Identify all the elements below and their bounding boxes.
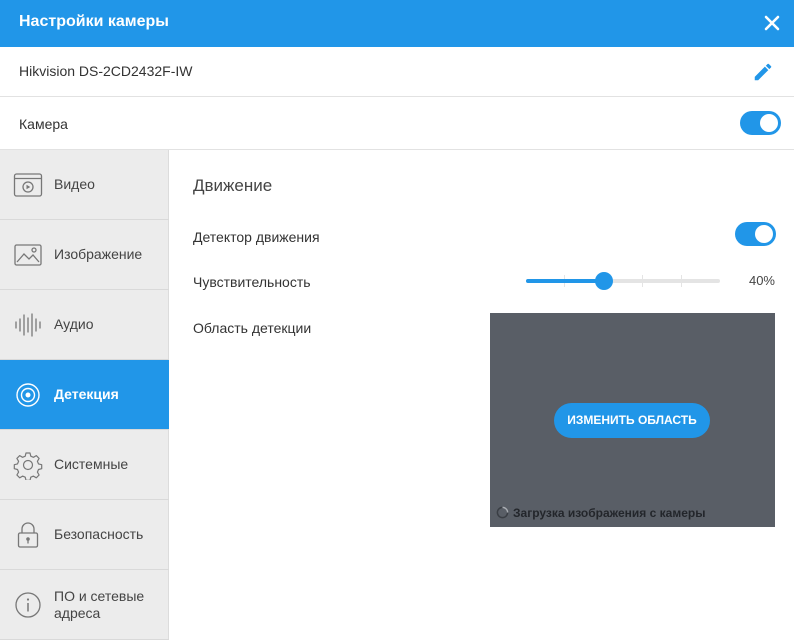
sidebar-item-audio[interactable]: Аудио	[0, 290, 169, 360]
sidebar-item-detection[interactable]: Детекция	[0, 360, 169, 430]
sidebar-item-label: Аудио	[54, 316, 94, 332]
video-icon	[13, 173, 43, 197]
sidebar-item-system[interactable]: Системные	[0, 430, 169, 500]
change-area-button[interactable]: ИЗМЕНИТЬ ОБЛАСТЬ	[554, 403, 710, 438]
info-icon	[15, 592, 41, 618]
sensitivity-slider[interactable]	[526, 272, 720, 290]
detection-icon	[16, 383, 40, 407]
sidebar-item-label: Изображение	[54, 246, 143, 262]
slider-handle[interactable]	[594, 272, 613, 290]
camera-enabled-label: Камера	[19, 116, 68, 132]
spinner-icon	[496, 506, 509, 519]
camera-enabled-row: Камера	[0, 97, 794, 150]
sidebar-item-label: Безопасность	[54, 526, 144, 542]
sensitivity-value: 40%	[748, 273, 775, 288]
audio-icon	[15, 313, 41, 337]
section-title: Движение	[193, 176, 273, 195]
sidebar-item-security[interactable]: Безопасность	[0, 500, 169, 570]
camera-name-row: Hikvision DS-2CD2432F-IW	[0, 47, 794, 97]
sidebar-item-label: Видео	[54, 176, 95, 192]
image-icon	[14, 244, 42, 266]
dialog-header: Настройки камеры	[0, 0, 794, 47]
sidebar-item-image[interactable]: Изображение	[0, 220, 169, 290]
sidebar-item-video[interactable]: Видео	[0, 150, 169, 220]
sidebar-item-label: ПО и сетевые адреса	[54, 588, 145, 621]
lock-icon	[17, 522, 39, 548]
slider-fill	[526, 279, 604, 283]
camera-enabled-toggle[interactable]	[740, 111, 781, 135]
sidebar-item-label: Детекция	[54, 386, 119, 402]
sidebar-item-label: Системные	[54, 456, 129, 472]
slider-tick	[681, 275, 682, 287]
pencil-icon[interactable]	[752, 61, 774, 83]
detection-area-label: Область детекции	[193, 320, 312, 336]
settings-sidebar: Видео Изображение Аудио Детекция Системн…	[0, 150, 169, 640]
loading-text: Загрузка изображения с камеры	[513, 506, 706, 520]
dialog-title: Настройки камеры	[19, 13, 169, 30]
detection-area-preview: ИЗМЕНИТЬ ОБЛАСТЬ Загрузка изображения с …	[490, 313, 775, 527]
motion-detector-toggle[interactable]	[735, 222, 776, 246]
motion-detector-label: Детектор движения	[193, 229, 320, 245]
slider-tick	[642, 275, 643, 287]
sidebar-item-firmware-network[interactable]: ПО и сетевые адреса	[0, 570, 169, 640]
sensitivity-label: Чувствительность	[193, 274, 311, 290]
close-icon[interactable]	[761, 12, 783, 34]
camera-model-name: Hikvision DS-2CD2432F-IW	[19, 63, 193, 79]
gear-icon	[13, 452, 43, 480]
detection-settings-panel: Движение Детектор движения Чувствительно…	[169, 150, 794, 640]
